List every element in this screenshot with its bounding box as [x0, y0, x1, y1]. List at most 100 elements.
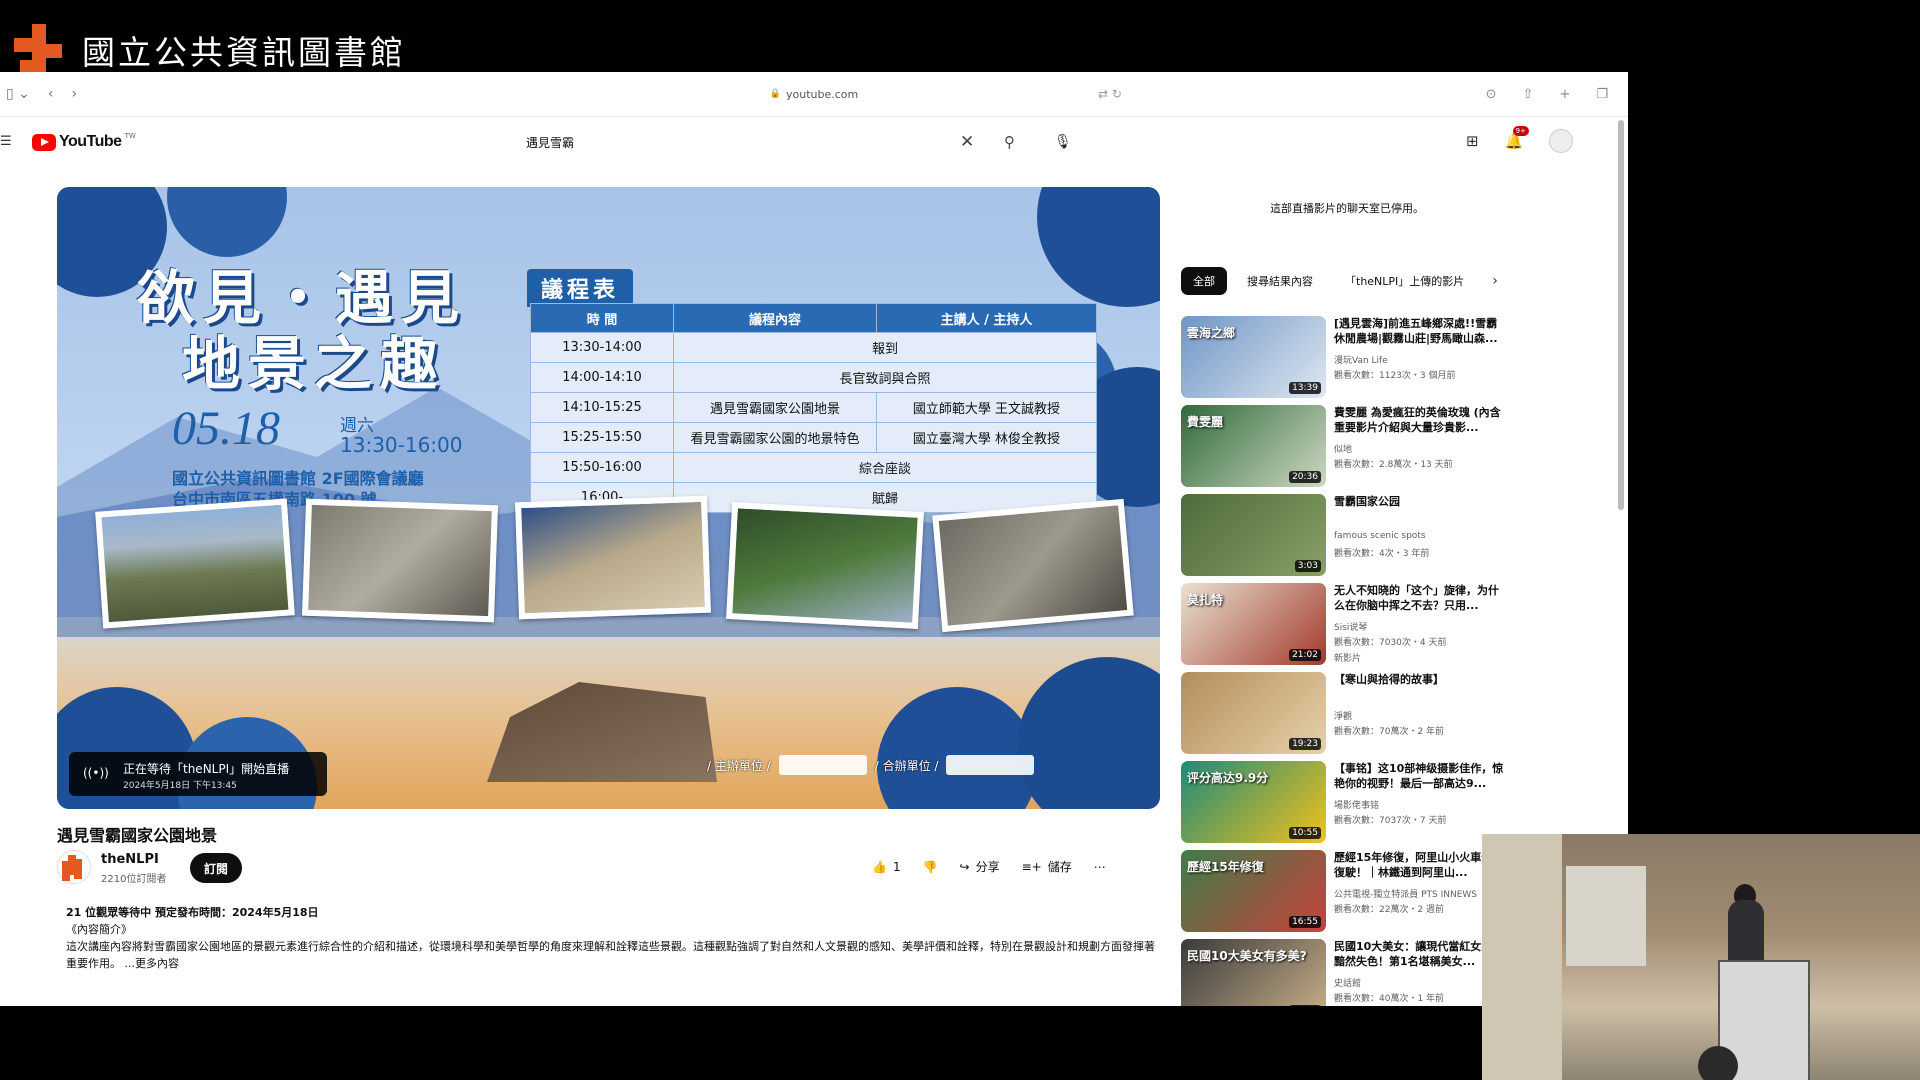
- landscape-photo-2: [302, 498, 498, 623]
- youtube-header: ☰ YouTube TW 遇見雪霸 ✕ ⚲ 🎙 ⊞ 🔔 9+: [0, 117, 1628, 167]
- recommended-channel-name[interactable]: famous scenic spots: [1334, 531, 1426, 541]
- more-actions-button[interactable]: ⋯: [1094, 860, 1106, 874]
- agenda-row: 15:50-16:00 綜合座談: [530, 452, 1097, 483]
- video-thumbnail[interactable]: 民國10大美女有多美? 14:09: [1181, 939, 1326, 1006]
- account-avatar[interactable]: [1549, 129, 1574, 153]
- create-video-icon[interactable]: ⊞: [1466, 132, 1479, 150]
- chip-all[interactable]: 全部: [1181, 267, 1227, 295]
- recommended-channel-name[interactable]: 場影佬事铭: [1334, 798, 1379, 811]
- recommended-channel-name[interactable]: 淨觀: [1334, 709, 1352, 722]
- back-icon[interactable]: ‹: [48, 86, 54, 102]
- recommended-channel-name[interactable]: 似地: [1334, 442, 1352, 455]
- library-brand: 國立公共資訊圖書館: [8, 22, 406, 78]
- thumbnail-caption: 民國10大美女有多美?: [1187, 949, 1307, 963]
- subscribe-button[interactable]: 訂閱: [190, 853, 242, 883]
- video-duration: 10:55: [1289, 827, 1321, 839]
- clear-search-icon[interactable]: ✕: [960, 132, 974, 152]
- agenda-label: 議程表: [527, 269, 634, 307]
- recommended-channel-name[interactable]: 漫玩Van Life: [1334, 353, 1388, 366]
- library-logo: [8, 22, 68, 78]
- video-thumbnail[interactable]: 莫扎特 21:02: [1181, 583, 1326, 665]
- subscriber-count: 2210位訂閱者: [101, 874, 167, 885]
- recommended-video-meta: 觀看次數：2.8萬次・13 天前: [1334, 460, 1453, 470]
- recommended-video-meta: 觀看次數：7030次・4 天前: [1334, 638, 1447, 648]
- recommended-video-title[interactable]: 无人不知晓的「这个」旋律，为什么在你脑中挥之不去？只用...: [1334, 583, 1506, 613]
- agenda-row: 14:00-14:10 長官致詞與合照: [530, 362, 1097, 393]
- sidebar-icon[interactable]: ▯ ⌄: [6, 86, 30, 102]
- page-scrollbar[interactable]: [1618, 120, 1624, 510]
- video-thumbnail[interactable]: 雲海之鄉 13:39: [1181, 316, 1326, 398]
- recommended-video[interactable]: 评分高达9.9分 10:55 【事铭】这10部神级摄影佳作，惊艳你的视野！最后一部高…: [1181, 761, 1506, 843]
- shei-pa-park-logo: [778, 755, 867, 775]
- video-description[interactable]: 21 位觀眾等待中 預定發布時間：2024年5月18日 《內容簡介》 這次講座內…: [66, 904, 1156, 972]
- new-tab-icon[interactable]: +: [1559, 87, 1570, 102]
- video-thumbnail[interactable]: 歷經15年修復 16:55: [1181, 850, 1326, 932]
- video-duration: 16:55: [1289, 916, 1321, 928]
- download-icon[interactable]: ⊙: [1486, 87, 1497, 102]
- recommended-video[interactable]: 19:23 【寒山與拾得的故事】 淨觀 觀看次數：70萬次・2 年前: [1181, 672, 1506, 754]
- recommended-video[interactable]: 民國10大美女有多美? 14:09 民國10大美女：讓現代當紅女星都黯然失色！第1名…: [1181, 939, 1506, 1006]
- recommended-channel-name[interactable]: Sisi说琴: [1334, 620, 1367, 633]
- tabs-icon[interactable]: ❐: [1596, 87, 1608, 102]
- video-title: 遇見雪霸國家公園地景: [57, 826, 218, 845]
- landscape-photo-4: [726, 502, 924, 629]
- channel-name[interactable]: theNLPI: [101, 852, 159, 867]
- recommended-video-title[interactable]: 【事铭】这10部神级摄影佳作，惊艳你的视野！最后一部高达9...: [1334, 761, 1506, 791]
- recommended-video-meta: 觀看次數：7037次・7 天前: [1334, 816, 1447, 826]
- youtube-logo[interactable]: YouTube TW: [32, 132, 136, 151]
- recommended-video-meta: 觀看次數：4次・3 年前: [1334, 549, 1430, 559]
- notifications-bell-icon[interactable]: 🔔 9+: [1505, 126, 1529, 150]
- recommended-video[interactable]: 3:03 雪霸国家公园 famous scenic spots 觀看次數：4次・3 年…: [1181, 494, 1506, 576]
- video-duration: 20:36: [1289, 471, 1321, 483]
- recommended-video[interactable]: 歷經15年修復 16:55 歷經15年修復，阿里山小火車全線復駛！｜林鐵通到阿里山.…: [1181, 850, 1506, 932]
- microphone-icon[interactable]: 🎙: [1054, 134, 1072, 150]
- library-name: 國立公共資訊圖書館: [82, 33, 406, 72]
- recommended-video-title[interactable]: 【寒山與拾得的故事】: [1334, 672, 1506, 687]
- landscape-photo-1: [95, 498, 295, 629]
- video-thumbnail[interactable]: 3:03: [1181, 494, 1326, 576]
- recommended-video-title[interactable]: 費雯麗 為愛瘋狂的英倫玫瑰 (內含重要影片介紹與大量珍貴影...: [1334, 405, 1506, 435]
- recommended-video[interactable]: 雲海之鄉 13:39 [遇見雲海]前進五峰鄉深處!!雪霸休閒農場|觀霧山莊|野馬瞰山…: [1181, 316, 1506, 398]
- save-button[interactable]: ≡+ 儲存: [1022, 858, 1072, 875]
- chip-channel-uploads[interactable]: 「theNLPI」上傳的影片: [1333, 267, 1477, 295]
- organizers-strip: / 主辦單位 / / 合辦單位 /: [707, 755, 1035, 775]
- chip-search-results[interactable]: 搜尋結果內容: [1235, 267, 1325, 295]
- event-title: 欲見・遇見 地景之趣: [137, 264, 468, 398]
- search-box[interactable]: 遇見雪霸 ✕ ⚲ 🎙: [526, 127, 1072, 157]
- share-button[interactable]: ↪ 分享: [960, 858, 1000, 875]
- video-player[interactable]: 欲見・遇見 地景之趣 05.18 週六 13:30-16:00 國立公共資訊圖書…: [57, 187, 1160, 809]
- recommended-video-title[interactable]: 歷經15年修復，阿里山小火車全線復駛！｜林鐵通到阿里山...: [1334, 850, 1506, 880]
- library-logo-small: [946, 755, 1035, 775]
- video-thumbnail[interactable]: 費雯麗 20:36: [1181, 405, 1326, 487]
- recommended-video[interactable]: 莫扎特 21:02 无人不知晓的「这个」旋律，为什么在你脑中挥之不去？只用... Si…: [1181, 583, 1506, 665]
- chevron-right-icon[interactable]: ›: [1492, 273, 1498, 289]
- agenda-table: 時 間 議程內容 主講人 / 主持人 13:30-14:00 報到 14:00-14…: [530, 303, 1097, 513]
- channel-avatar[interactable]: [57, 850, 91, 884]
- share-icon[interactable]: ⇧: [1523, 87, 1534, 102]
- recommended-video[interactable]: 費雯麗 20:36 費雯麗 為愛瘋狂的英倫玫瑰 (內含重要影片介紹與大量珍貴影...…: [1181, 405, 1506, 487]
- address-bar[interactable]: 🔒 youtube.com: [770, 88, 858, 101]
- forward-icon[interactable]: ›: [72, 86, 78, 102]
- recommended-video-meta: 觀看次數：22萬次・2 週前: [1334, 905, 1445, 915]
- agenda-row: 15:25-15:50 看見雪霸國家公園的地景特色 國立臺灣大學 林俊全教授: [530, 422, 1097, 453]
- video-thumbnail[interactable]: 评分高达9.9分 10:55: [1181, 761, 1326, 843]
- browser-toolbar: ▯ ⌄ ‹ › 🔒 youtube.com ⇄ ↻ ⊙ ⇧ + ❐: [0, 72, 1628, 117]
- thumbnail-caption: 评分高达9.9分: [1187, 771, 1269, 785]
- video-thumbnail[interactable]: 19:23: [1181, 672, 1326, 754]
- dislike-button[interactable]: 👎: [923, 860, 938, 874]
- playlist-add-icon: ≡+: [1021, 859, 1042, 874]
- recommended-channel-name[interactable]: 史話館: [1334, 976, 1361, 989]
- share-arrow-icon: ↪: [959, 859, 970, 874]
- recommended-video-title[interactable]: 雪霸国家公园: [1334, 494, 1506, 509]
- recommended-video-title[interactable]: [遇見雲海]前進五峰鄉深處!!雪霸休閒農場|觀霧山莊|野馬瞰山森...: [1334, 316, 1506, 346]
- recommended-video-title[interactable]: 民國10大美女：讓現代當紅女星都黯然失色！第1名堪稱美女...: [1334, 939, 1506, 969]
- show-more-link[interactable]: ...更多內容: [125, 957, 180, 970]
- translate-icon[interactable]: ⇄ ↻: [1098, 87, 1122, 101]
- recommended-channel-name[interactable]: 公共電視-獨立特派員 PTS INNEWS: [1334, 887, 1477, 900]
- filter-chips: 全部 搜尋結果內容 「theNLPI」上傳的影片 ›: [1181, 267, 1498, 295]
- search-input[interactable]: 遇見雪霸: [526, 134, 574, 151]
- menu-icon[interactable]: ☰: [0, 134, 12, 149]
- search-icon[interactable]: ⚲: [1004, 133, 1015, 151]
- like-button[interactable]: 👍 1: [872, 860, 901, 874]
- more-horizontal-icon: ⋯: [1093, 859, 1106, 874]
